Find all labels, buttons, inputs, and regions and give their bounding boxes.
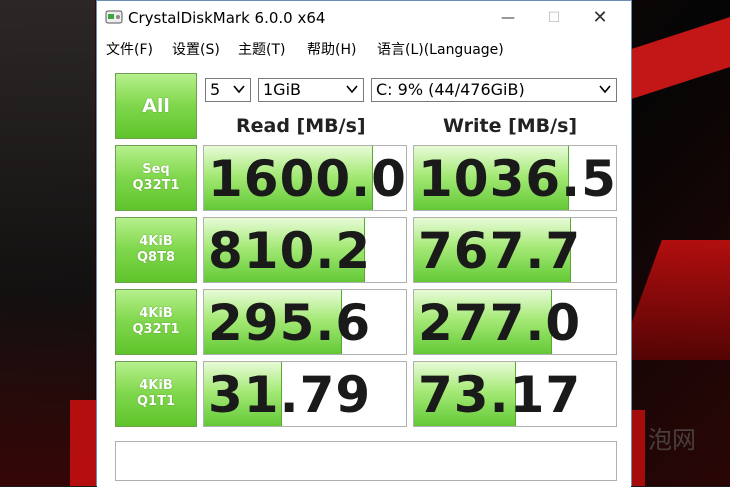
menu-theme[interactable]: 主题(T): [238, 39, 285, 59]
drive-value: C: 9% (44/476GiB): [376, 80, 525, 99]
benchmark-panel: All 5 1GiB C: 9% (44/476GiB) Read [MB/s]…: [97, 61, 631, 487]
chevron-down-icon: [346, 85, 358, 94]
read-value: 295.6: [208, 294, 372, 352]
test-button-4kib-q32t1[interactable]: 4KiB Q32T1: [115, 289, 197, 355]
write-result-seq-q32t1: 1036.5: [413, 145, 617, 211]
test-button-label-1: 4KiB: [139, 378, 173, 393]
write-column-header: Write [MB/s]: [443, 115, 578, 137]
menu-file[interactable]: 文件(F): [106, 39, 153, 59]
test-button-label-1: 4KiB: [139, 306, 173, 321]
test-count-select[interactable]: 5: [205, 78, 251, 102]
test-button-label-1: Seq: [142, 162, 170, 177]
menu-bar: 文件(F) 设置(S) 主题(T) 帮助(H) 语言(L)(Language): [97, 35, 631, 61]
write-result-4kib-q32t1: 277.0: [413, 289, 617, 355]
test-button-label-2: Q32T1: [132, 178, 180, 193]
app-disk-icon: [105, 10, 123, 24]
read-result-seq-q32t1: 1600.0: [203, 145, 407, 211]
write-value: 73.17: [418, 366, 582, 424]
maximize-button[interactable]: ☐: [531, 1, 577, 35]
menu-language[interactable]: 语言(L)(Language): [377, 39, 504, 59]
test-button-label-2: Q1T1: [136, 394, 175, 409]
watermark-text: 泡网: [648, 426, 696, 454]
test-button-seq-q32t1[interactable]: Seq Q32T1: [115, 145, 197, 211]
read-column-header: Read [MB/s]: [236, 115, 366, 137]
comment-input[interactable]: [115, 441, 617, 481]
write-value: 767.7: [418, 222, 582, 280]
run-all-button[interactable]: All: [115, 73, 197, 139]
read-result-4kib-q1t1: 31.79: [203, 361, 407, 427]
test-button-4kib-q8t8[interactable]: 4KiB Q8T8: [115, 217, 197, 283]
test-button-label-2: Q8T8: [136, 250, 175, 265]
test-button-4kib-q1t1[interactable]: 4KiB Q1T1: [115, 361, 197, 427]
crystaldiskmark-window: CrystalDiskMark 6.0.0 x64 — ☐ ✕ 文件(F) 设置…: [96, 0, 632, 487]
write-result-4kib-q8t8: 767.7: [413, 217, 617, 283]
test-size-select[interactable]: 1GiB: [258, 78, 364, 102]
read-value: 1600.0: [208, 150, 407, 208]
write-value: 277.0: [418, 294, 582, 352]
window-title: CrystalDiskMark 6.0.0 x64: [128, 9, 326, 27]
close-button[interactable]: ✕: [577, 1, 623, 35]
read-value: 810.2: [208, 222, 372, 280]
write-result-4kib-q1t1: 73.17: [413, 361, 617, 427]
drive-select[interactable]: C: 9% (44/476GiB): [371, 78, 617, 102]
test-size-value: 1GiB: [263, 80, 301, 99]
minimize-button[interactable]: —: [485, 1, 531, 35]
read-result-4kib-q8t8: 810.2: [203, 217, 407, 283]
read-result-4kib-q32t1: 295.6: [203, 289, 407, 355]
menu-settings[interactable]: 设置(S): [172, 39, 220, 59]
write-value: 1036.5: [418, 150, 617, 208]
test-button-label-1: 4KiB: [139, 234, 173, 249]
chevron-down-icon: [233, 85, 245, 94]
menu-help[interactable]: 帮助(H): [307, 39, 356, 59]
chevron-down-icon: [599, 85, 611, 94]
read-value: 31.79: [208, 366, 372, 424]
title-bar[interactable]: CrystalDiskMark 6.0.0 x64 — ☐ ✕: [97, 1, 631, 35]
test-button-label-2: Q32T1: [132, 322, 180, 337]
test-count-value: 5: [210, 80, 221, 99]
